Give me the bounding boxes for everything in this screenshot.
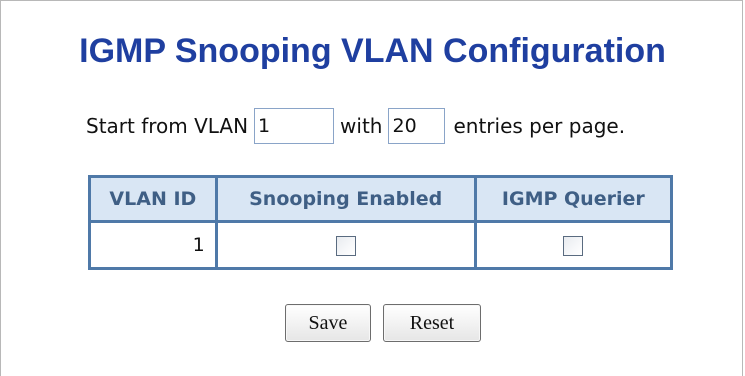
snooping-enabled-checkbox[interactable] [335,235,356,256]
column-header-snooping-enabled: Snooping Enabled [214,175,477,223]
paging-controls: Start from VLAN with entries per page. [86,106,625,146]
with-label: with [340,114,383,138]
save-button[interactable]: Save [285,304,371,342]
table-row: 1 [88,220,674,270]
vlan-id-cell: 1 [88,220,218,270]
page-title: IGMP Snooping VLAN Configuration [79,32,666,70]
entries-per-page-label: entries per page. [453,114,626,138]
start-vlan-input[interactable] [254,108,335,144]
igmp-querier-cell [473,220,674,270]
start-from-label: Start from VLAN [86,114,249,138]
snooping-enabled-cell [214,220,477,270]
igmp-querier-checkbox[interactable] [563,235,584,256]
column-header-vlan-id: VLAN ID [88,175,218,223]
form-buttons: Save Reset [285,304,481,342]
reset-button[interactable]: Reset [383,304,481,342]
entries-per-page-input[interactable] [388,108,446,144]
table-header-row: VLAN ID Snooping Enabled IGMP Querier [88,175,674,223]
vlan-table: VLAN ID Snooping Enabled IGMP Querier 1 [88,175,674,270]
column-header-igmp-querier: IGMP Querier [473,175,674,223]
